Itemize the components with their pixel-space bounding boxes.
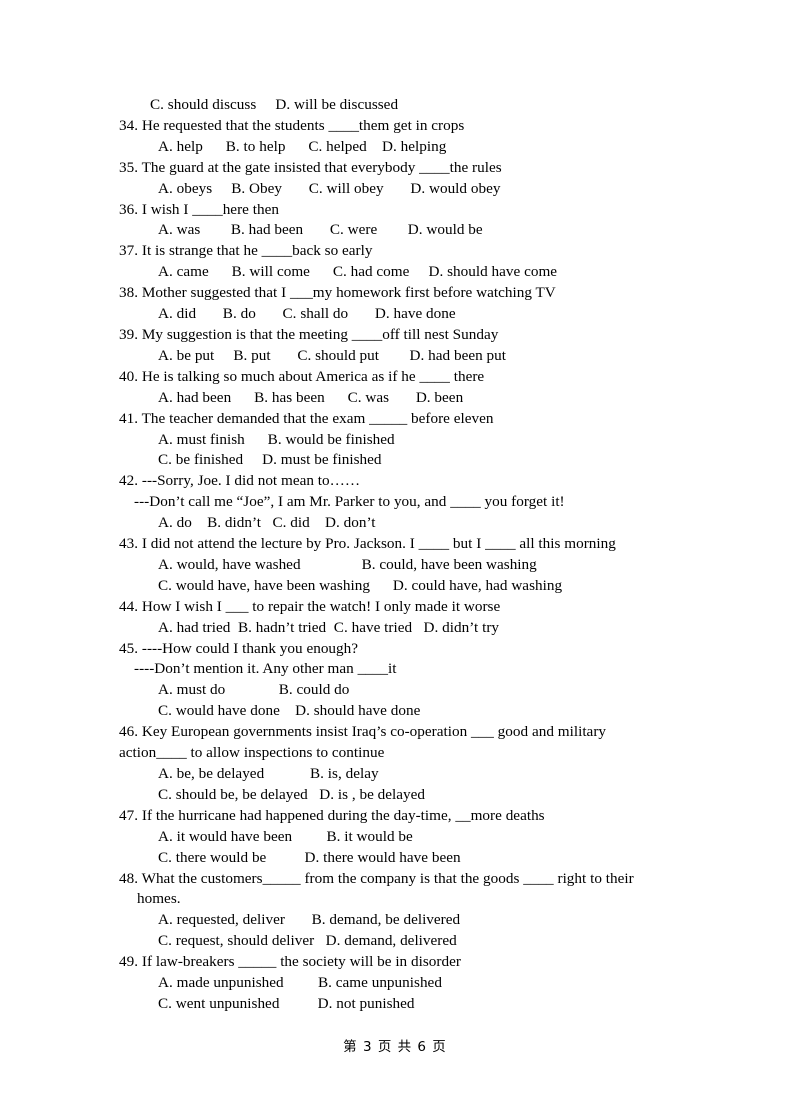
- question-37: 37. It is strange that he ____back so ea…: [119, 242, 373, 260]
- page-footer: 第 3 页 共 6 页: [343, 1039, 447, 1055]
- question-42: 42. ---Sorry, Joe. I did not mean to……: [119, 472, 361, 490]
- option-line: A. obeys B. Obey C. will obey D. would o…: [158, 179, 501, 197]
- option-line: A. had tried B. hadn’t tried C. have tri…: [158, 618, 500, 636]
- option-line: C. be finished D. must be finished: [158, 451, 382, 469]
- option-line: A. it would have been B. it would be: [158, 827, 413, 845]
- question-39: 39. My suggestion is that the meeting __…: [119, 325, 499, 343]
- option-line: A. made unpunished B. came unpunished: [158, 974, 442, 992]
- option-line: C. request, should deliver D. demand, de…: [158, 932, 457, 950]
- question-48: 48. What the customers_____ from the com…: [119, 869, 634, 887]
- question-47: 47. If the hurricane had happened during…: [119, 806, 545, 824]
- option-line: A. be, be delayed B. is, delay: [158, 765, 379, 782]
- option-line: A. be put B. put C. should put D. had be…: [158, 346, 507, 364]
- question-43: 43. I did not attend the lecture by Pro.…: [119, 535, 616, 553]
- option-line: A. help B. to help C. helped D. helping: [158, 137, 447, 155]
- question-41: 41. The teacher demanded that the exam _…: [119, 409, 494, 427]
- continuation-line: action____ to allow inspections to conti…: [119, 744, 385, 762]
- question-34: 34. He requested that the students ____t…: [119, 116, 465, 134]
- option-line: A. did B. do C. shall do D. have done: [158, 305, 456, 323]
- option-line: C. there would be D. there would have be…: [158, 848, 461, 866]
- document-page: C. should discuss D. will be discussed 3…: [0, 0, 790, 1119]
- question-36: 36. I wish I ____here then: [119, 200, 279, 218]
- option-line: C. went unpunished D. not punished: [158, 994, 415, 1012]
- question-44: 44. How I wish I ___ to repair the watch…: [119, 597, 501, 615]
- continuation-line: homes.: [137, 890, 181, 908]
- option-line: A. must finish B. would be finished: [158, 430, 395, 448]
- question-list: C. should discuss D. will be discussed 3…: [119, 95, 679, 1015]
- option-line: A. had been B. has been C. was D. been: [158, 388, 464, 406]
- question-38: 38. Mother suggested that I ___my homewo…: [119, 284, 556, 302]
- option-line: C. would have done D. should have done: [158, 702, 421, 720]
- option-line: A. must do B. could do: [158, 681, 350, 699]
- option-line: A. would, have washed B. could, have bee…: [158, 555, 537, 573]
- option-line: A. do B. didn’t C. did D. don’t: [158, 514, 376, 532]
- option-line: A. was B. had been C. were D. would be: [158, 221, 483, 239]
- question-45: 45. ----How could I thank you enough?: [119, 639, 359, 657]
- question-46: 46. Key European governments insist Iraq…: [119, 723, 607, 741]
- option-line: C. should discuss D. will be discussed: [150, 96, 399, 113]
- option-line: C. should be, be delayed D. is , be dela…: [158, 785, 426, 803]
- question-49: 49. If law-breakers _____ the society wi…: [119, 953, 461, 971]
- option-line: A. requested, deliver B. demand, be deli…: [158, 911, 461, 929]
- question-35: 35. The guard at the gate insisted that …: [119, 158, 502, 176]
- option-line: A. came B. will come C. had come D. shou…: [158, 263, 558, 281]
- option-line: C. would have, have been washing D. coul…: [158, 576, 563, 594]
- question-40: 40. He is talking so much about America …: [119, 367, 485, 385]
- dialogue-line: ---Don’t call me “Joe”, I am Mr. Parker …: [134, 493, 565, 511]
- dialogue-line: ----Don’t mention it. Any other man ____…: [134, 660, 397, 678]
